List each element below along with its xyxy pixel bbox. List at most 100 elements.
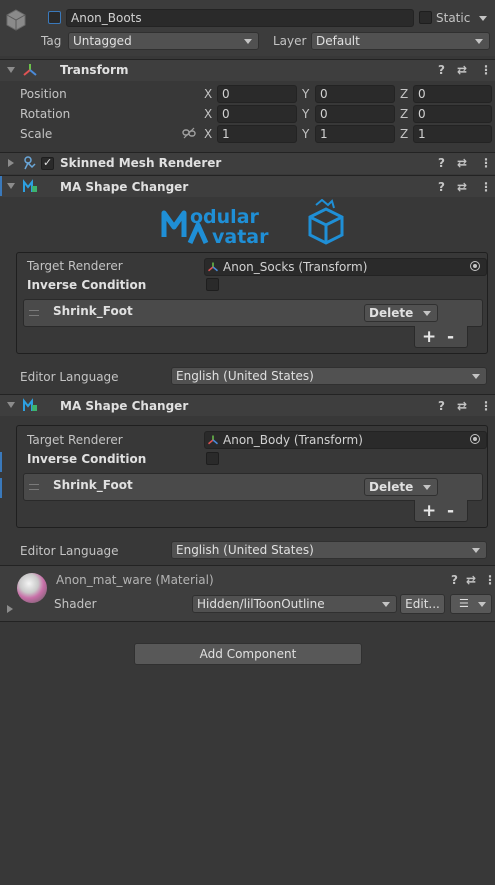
transform-axes-icon (208, 262, 218, 272)
shape-action-dropdown[interactable]: Delete (364, 304, 438, 322)
transform-title: Transform (60, 63, 129, 77)
inverse-condition-checkbox[interactable] (206, 278, 219, 291)
presets-icon[interactable]: ⇄ (457, 63, 467, 77)
kebab-menu-icon[interactable]: ⋮ (480, 156, 492, 170)
kebab-menu-icon[interactable]: ⋮ (480, 180, 492, 194)
chevron-down-icon (478, 602, 486, 607)
chevron-down-icon (423, 311, 431, 316)
add-component-button[interactable]: Add Component (134, 643, 362, 665)
editor-language-label: Editor Language (20, 370, 119, 384)
chevron-down-icon (475, 39, 483, 44)
inverse-condition-label: Inverse Condition (27, 452, 147, 466)
help-icon[interactable]: ? (451, 573, 458, 587)
editor-language-dropdown[interactable]: English (United States) (171, 541, 487, 559)
target-renderer-field[interactable]: Anon_Socks (Transform) (204, 258, 487, 276)
shader-dropdown[interactable]: Hidden/lilToonOutline (192, 595, 397, 613)
object-picker-icon[interactable] (470, 261, 480, 271)
help-icon[interactable]: ? (438, 399, 445, 413)
shader-value: Hidden/lilToonOutline (197, 597, 325, 611)
add-item-button[interactable]: + (422, 500, 436, 522)
chevron-down-icon (472, 548, 480, 553)
selection-marker (0, 176, 2, 196)
editor-language-value: English (United States) (176, 543, 314, 557)
help-icon[interactable]: ? (438, 180, 445, 194)
rotation-z-field[interactable]: 0 (413, 105, 492, 123)
rotation-x-field[interactable]: 0 (217, 105, 297, 123)
skinned-mesh-title: Skinned Mesh Renderer (60, 156, 222, 170)
add-item-button[interactable]: + (422, 326, 436, 348)
position-y-field[interactable]: 0 (315, 85, 395, 103)
shader-options-dropdown[interactable]: ☰ (450, 594, 492, 614)
tag-dropdown[interactable]: Untagged (68, 32, 259, 50)
foldout-arrow-icon[interactable] (7, 402, 15, 408)
gameobject-cube-icon (6, 9, 26, 31)
foldout-arrow-icon[interactable] (7, 67, 15, 73)
scale-z-field[interactable]: 1 (413, 125, 492, 143)
axis-x-label: X (204, 87, 213, 101)
transform-axes-icon (23, 64, 37, 76)
remove-item-button[interactable]: - (447, 500, 454, 522)
layer-dropdown[interactable]: Default (311, 32, 490, 50)
help-icon[interactable]: ? (438, 63, 445, 77)
list-icon: ☰ (459, 597, 469, 610)
target-renderer-field[interactable]: Anon_Body (Transform) (204, 431, 487, 449)
editor-language-label: Editor Language (20, 544, 119, 558)
position-x-field[interactable]: 0 (217, 85, 297, 103)
presets-icon[interactable]: ⇄ (457, 399, 467, 413)
rotation-y-field[interactable]: 0 (315, 105, 395, 123)
target-renderer-label: Target Renderer (27, 259, 123, 273)
shape-action-value: Delete (369, 480, 414, 494)
chevron-down-icon (382, 602, 390, 607)
shape-name: Shrink_Foot (53, 478, 133, 492)
position-z-field[interactable]: 0 (413, 85, 492, 103)
shader-edit-button[interactable]: Edit... (400, 594, 445, 614)
presets-icon[interactable]: ⇄ (457, 180, 467, 194)
object-picker-icon[interactable] (470, 434, 480, 444)
chevron-down-icon (244, 39, 252, 44)
gameobject-name-field[interactable]: Anon_Boots (66, 9, 414, 27)
presets-icon[interactable]: ⇄ (466, 573, 476, 587)
rotation-label: Rotation (20, 107, 71, 121)
foldout-arrow-icon[interactable] (8, 159, 14, 167)
foldout-arrow-icon[interactable] (7, 605, 13, 613)
axis-z-label: Z (400, 87, 409, 101)
remove-item-button[interactable]: - (447, 326, 454, 348)
logo-line2: vatar (212, 226, 269, 248)
editor-language-dropdown[interactable]: English (United States) (171, 367, 487, 385)
transform-axes-icon (208, 435, 218, 445)
checkmark-icon: ✓ (43, 156, 53, 169)
kebab-menu-icon[interactable]: ⋮ (484, 573, 495, 587)
inverse-condition-checkbox[interactable] (206, 452, 219, 465)
kebab-menu-icon[interactable]: ⋮ (480, 399, 492, 413)
modular-avatar-icon (23, 398, 37, 411)
active-checkbox[interactable] (48, 11, 61, 24)
axis-x-label: X (204, 127, 213, 141)
axis-z-label: Z (400, 127, 409, 141)
help-icon[interactable]: ? (438, 156, 445, 170)
modular-avatar-logo: odular vatar (161, 199, 344, 248)
static-checkbox[interactable] (419, 11, 432, 24)
layer-value: Default (316, 34, 360, 48)
drag-handle-icon[interactable] (29, 484, 39, 490)
shape-action-dropdown[interactable]: Delete (364, 478, 438, 496)
material-name: Anon_mat_ware (Material) (56, 573, 214, 587)
drag-handle-icon[interactable] (29, 310, 39, 316)
static-dropdown-icon[interactable] (479, 16, 487, 21)
foldout-arrow-icon[interactable] (7, 183, 15, 189)
constraint-link-icon[interactable] (182, 127, 196, 139)
layer-label: Layer (273, 34, 307, 48)
editor-language-value: English (United States) (176, 369, 314, 383)
scale-y-field[interactable]: 1 (315, 125, 395, 143)
target-renderer-value: Anon_Socks (Transform) (223, 260, 368, 274)
target-renderer-label: Target Renderer (27, 433, 123, 447)
axis-y-label: Y (302, 127, 310, 141)
chevron-down-icon (472, 374, 480, 379)
modular-avatar-icon (23, 179, 37, 192)
shape-changer-1-title: MA Shape Changer (60, 180, 189, 194)
presets-icon[interactable]: ⇄ (457, 156, 467, 170)
scale-label: Scale (20, 127, 53, 141)
kebab-menu-icon[interactable]: ⋮ (480, 63, 492, 77)
target-renderer-value: Anon_Body (Transform) (223, 433, 363, 447)
shape-name: Shrink_Foot (53, 304, 133, 318)
scale-x-field[interactable]: 1 (217, 125, 297, 143)
